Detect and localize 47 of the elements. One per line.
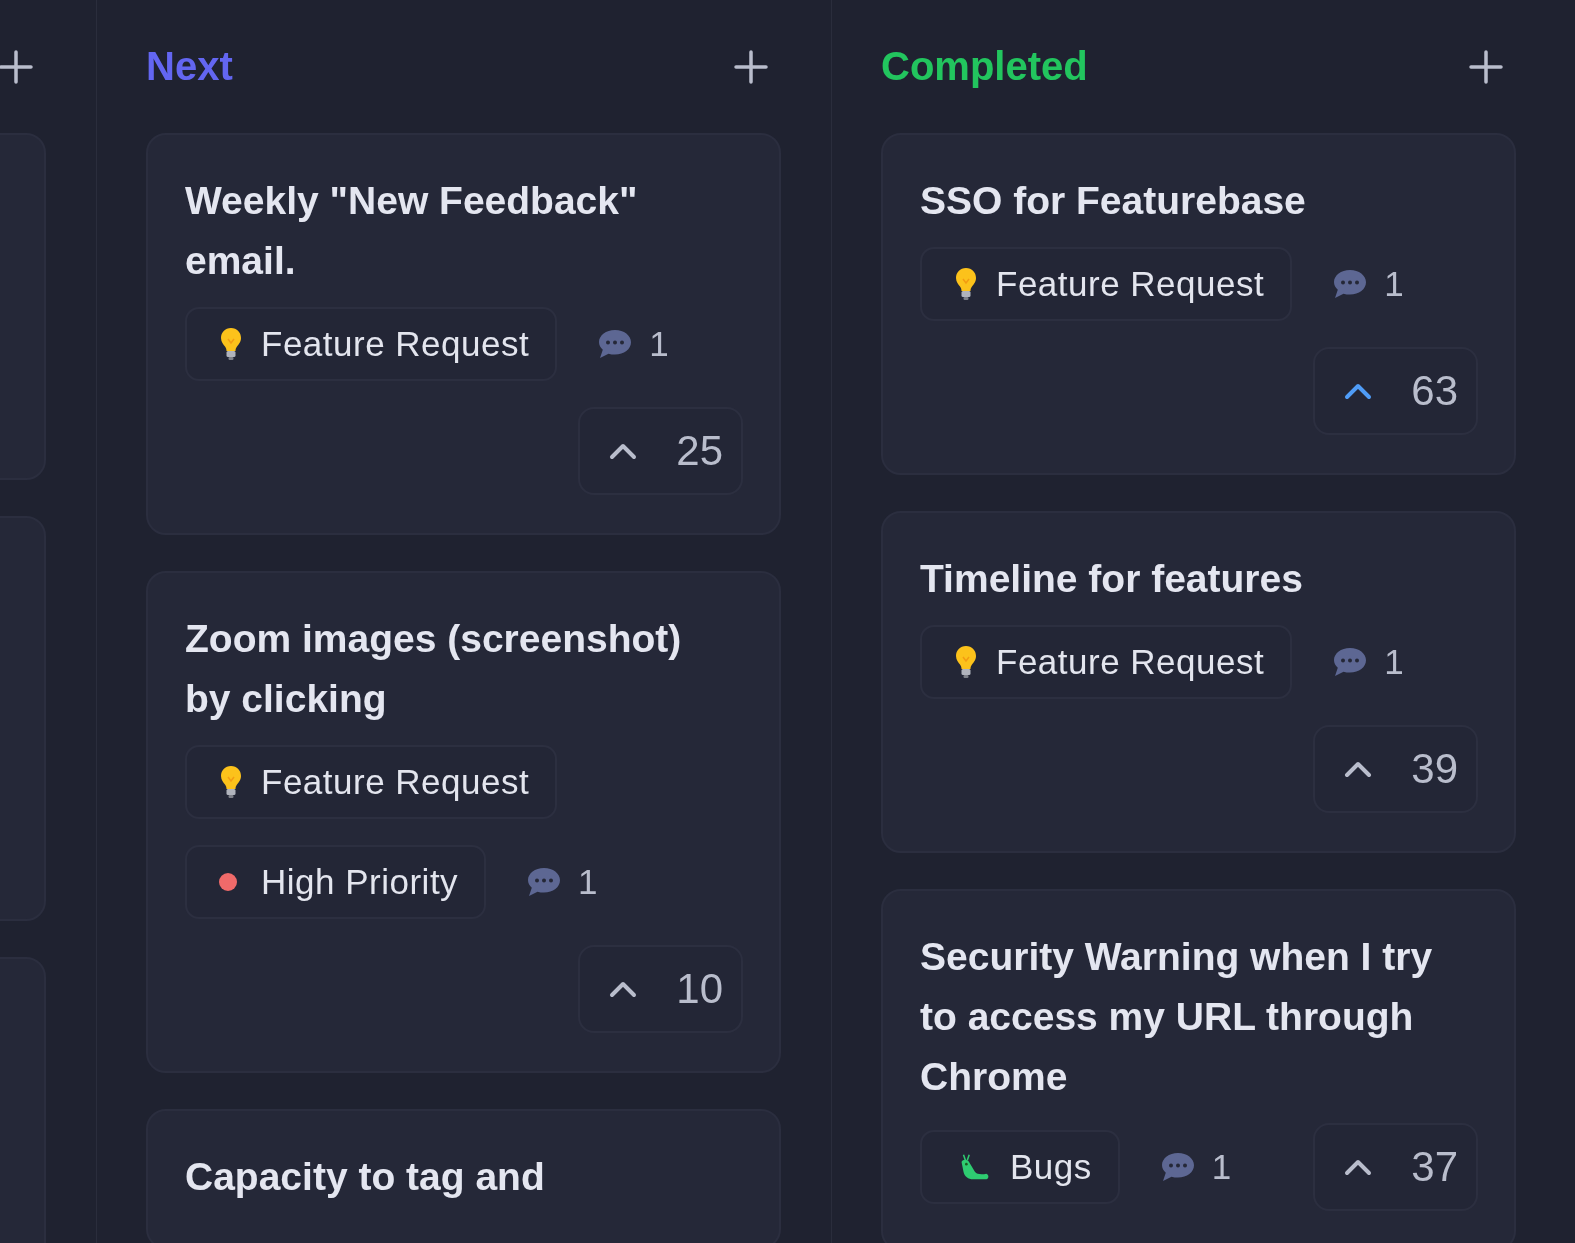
lightbulb-icon <box>954 267 978 301</box>
comment-count: 1 <box>1211 1147 1232 1187</box>
comment-icon <box>1332 268 1369 300</box>
chevron-up-icon <box>1343 759 1374 779</box>
lightbulb-icon <box>219 327 243 361</box>
upvote-button[interactable]: 25 <box>578 407 743 495</box>
chevron-up-icon <box>1343 381 1374 401</box>
comment-count: 1 <box>1384 642 1404 682</box>
column-title: Next <box>146 44 233 89</box>
comment-icon <box>1159 1151 1196 1183</box>
post-card[interactable]: Capacity to tag and <box>146 1109 781 1243</box>
post-card[interactable]: SSO for Featurebase Feature Request 1 63 <box>881 133 1516 475</box>
post-title: Timeline for features <box>920 556 1304 602</box>
upvote-button[interactable]: 63 <box>1313 347 1478 435</box>
comment-count: 1 <box>1384 264 1404 304</box>
comment-icon <box>597 328 634 360</box>
upvote-button[interactable]: 37 <box>1313 1123 1478 1211</box>
lightbulb-icon <box>219 765 243 799</box>
plus-icon[interactable] <box>1468 48 1504 85</box>
comment-count: 1 <box>649 324 669 364</box>
post-card[interactable]: Security Warning when I try to access my URL through Chrome Bugs 1 37 <box>881 889 1516 1243</box>
tag[interactable]: Feature Request <box>920 247 1293 321</box>
upvote-button[interactable]: 39 <box>1313 725 1478 813</box>
column-title: Completed <box>881 44 1088 89</box>
chevron-up-icon <box>608 979 639 999</box>
post-title: SSO for Featurebase <box>920 178 1307 224</box>
comment-icon <box>526 866 563 898</box>
chevron-up-icon <box>608 441 639 461</box>
post-card[interactable]: Weekly "New Feedback" email. Feature Request 1 25 <box>146 133 781 535</box>
comment-count: 1 <box>578 862 598 902</box>
tag[interactable]: Feature Request <box>185 745 558 819</box>
lightbulb-icon <box>954 645 978 679</box>
tag[interactable]: Feature Request <box>185 307 558 381</box>
post-title: Security Warning when I try to access my URL through Chrome <box>920 934 1434 1100</box>
plus-icon[interactable] <box>0 48 34 85</box>
comment-icon <box>1332 646 1369 678</box>
tag[interactable]: High Priority <box>185 845 487 919</box>
post-title: Weekly "New Feedback" email. <box>185 178 639 284</box>
post-title: Zoom images (screenshot) by clicking <box>185 616 683 722</box>
upvote-button[interactable]: 10 <box>578 945 743 1033</box>
post-title: Capacity to tag and <box>185 1154 546 1200</box>
post-card[interactable]: Zoom images (screenshot) by clicking Feature Request High Priority 1 10 <box>146 571 781 1073</box>
post-card[interactable]: Timeline for features Feature Request 1 39 <box>881 511 1516 853</box>
tag[interactable]: Bugs <box>920 1130 1120 1204</box>
plus-icon[interactable] <box>733 48 769 85</box>
chevron-up-icon <box>1343 1157 1374 1177</box>
tag[interactable]: Feature Request <box>920 625 1293 699</box>
